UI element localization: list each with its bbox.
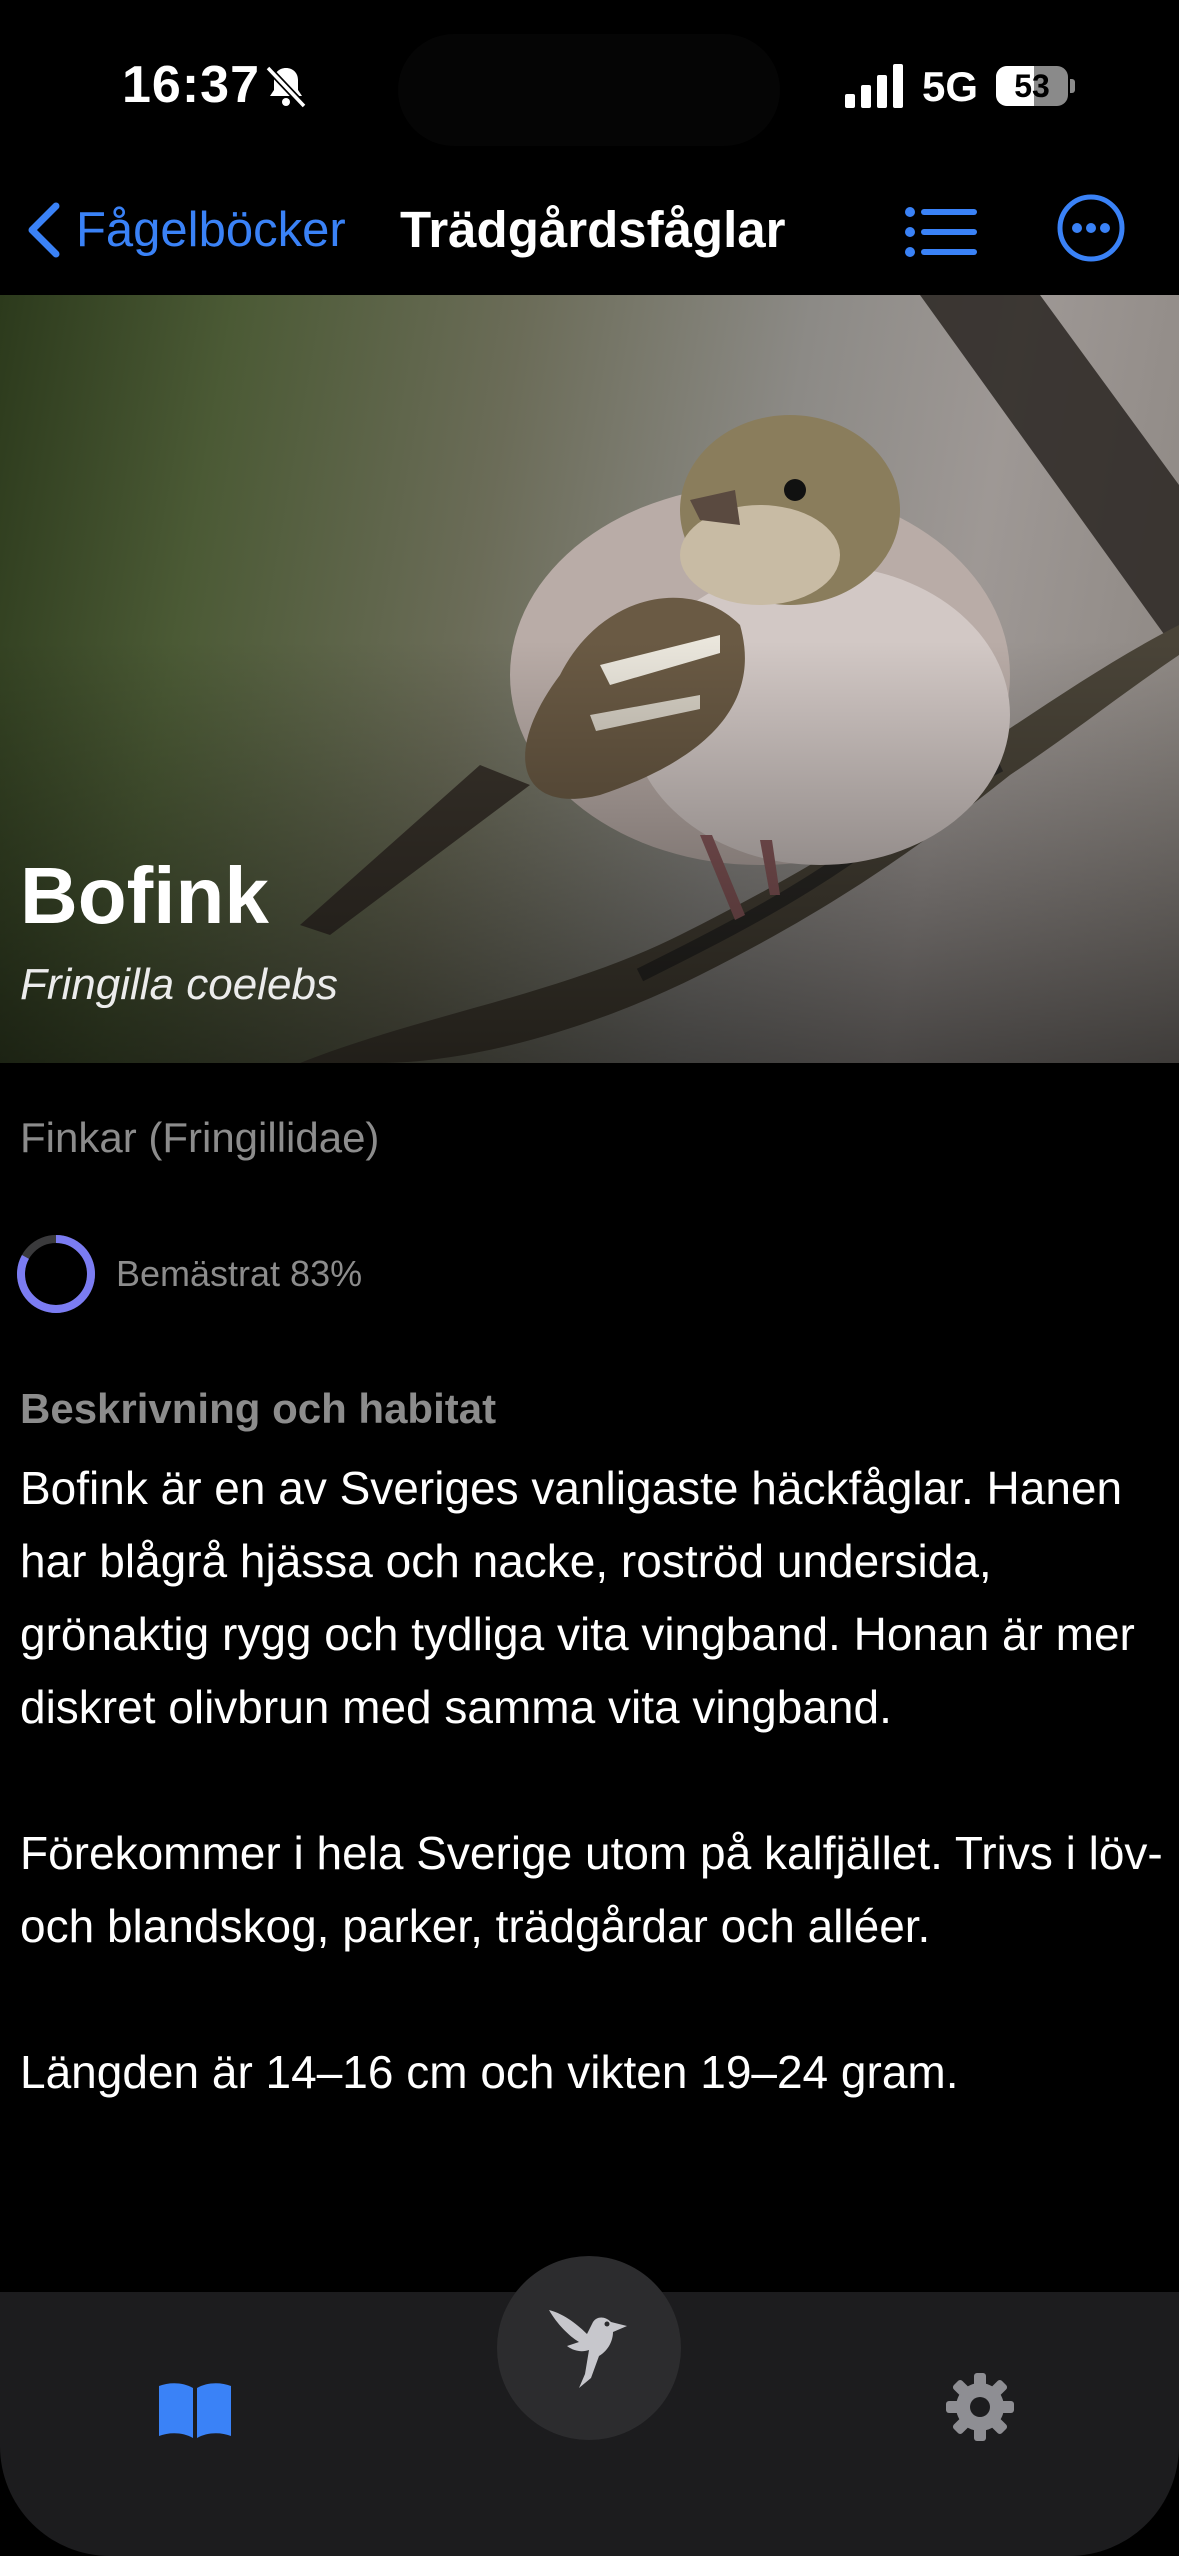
chevron-left-icon: [28, 202, 60, 258]
status-time: 16:37: [122, 56, 260, 114]
signal-icon: [845, 64, 903, 108]
page-title: Trädgårdsfåglar: [400, 201, 786, 258]
battery-icon: 53: [996, 66, 1076, 106]
back-label: Fågelböcker: [76, 203, 346, 257]
description-paragraph: Bofink är en av Sveriges vanligaste häck…: [20, 1462, 1135, 1733]
section-title: Beskrivning och habitat: [20, 1385, 497, 1432]
navigation-bar: Fågelböcker Trädgårdsfåglar: [0, 170, 1179, 295]
bird-latin-name: Fringilla coelebs: [20, 960, 338, 1009]
bird-family: Finkar (Fringillidae): [20, 1114, 380, 1161]
book-icon[interactable]: [155, 2378, 235, 2442]
gear-icon[interactable]: [945, 2372, 1015, 2442]
bell-slash-icon: [265, 65, 307, 109]
mastery-indicator: Bemästrat 83%: [14, 1232, 362, 1316]
progress-ring: [17, 1235, 95, 1313]
bird-identify-button[interactable]: [497, 2256, 681, 2440]
status-bar: 16:37 5G 53: [0, 0, 1179, 170]
description-text: Bofink är en av Sveriges vanligaste häck…: [20, 1452, 1170, 2109]
description-paragraph: Förekommer i hela Sverige utom på kalfjä…: [20, 1827, 1163, 1952]
back-button[interactable]: Fågelböcker: [22, 198, 346, 262]
dynamic-island: [398, 34, 780, 146]
list-icon[interactable]: [900, 200, 980, 264]
description-paragraph: Längden är 14–16 cm och vikten 19–24 gra…: [20, 2046, 959, 2098]
bird-icon: [549, 2310, 627, 2388]
mastery-label: Bemästrat 83%: [116, 1253, 363, 1294]
battery-percent: 53: [1014, 68, 1050, 104]
network-type: 5G: [922, 63, 979, 110]
bird-name: Bofink: [20, 851, 269, 940]
bird-photo: Bofink Fringilla coelebs: [0, 295, 1179, 1063]
more-icon[interactable]: [1055, 192, 1127, 264]
